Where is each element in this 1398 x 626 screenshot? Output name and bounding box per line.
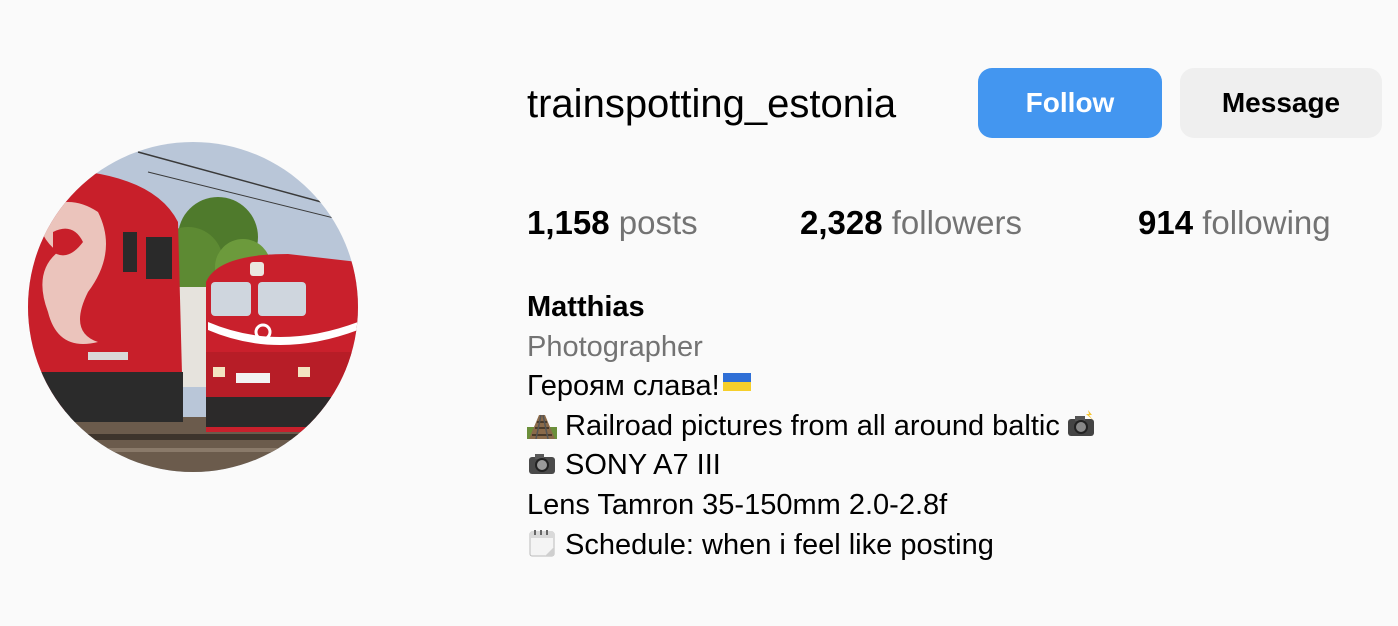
posts-count: 1,158 [527,204,610,241]
profile-stats: 1,158 posts 2,328 followers 914 followin… [527,200,1397,246]
camera-flash-icon [1067,409,1094,436]
following-label: following [1202,204,1331,241]
bio-line-1: Героям слава! [527,367,1387,407]
bio-line-2-text: Railroad pictures from all around baltic [565,409,1060,442]
bio-name: Matthias [527,291,645,323]
avatar-photo [28,142,358,472]
posts-label: posts [618,204,698,241]
message-button[interactable]: Message [1180,68,1382,138]
profile-avatar[interactable] [28,142,358,472]
bio-category: Photographer [527,330,703,363]
stat-posts[interactable]: 1,158 posts [527,200,698,246]
follow-button[interactable]: Follow [978,68,1162,138]
calendar-icon [529,529,555,557]
followers-label: followers [891,204,1022,241]
bio-line-3-text: SONY A7 III [565,449,721,482]
profile-username: trainspotting_estonia [527,82,897,126]
following-count: 914 [1138,204,1194,241]
bio-line-2: Railroad pictures from all around baltic [527,407,1387,447]
stat-followers[interactable]: 2,328 followers [800,200,1022,246]
ukraine-flag-icon [722,373,751,392]
bio-line-3: SONY A7 III [527,446,1387,486]
stat-following[interactable]: 914 following [1138,200,1331,246]
profile-bio: Matthias Photographer Героям слава! Rail… [527,288,1387,565]
railway-track-icon [527,414,557,439]
bio-line-4: Lens Tamron 35-150mm 2.0-2.8f [527,488,948,521]
profile-header: trainspotting_estonia Follow Message 1,1… [0,0,1398,626]
camera-icon [529,454,555,475]
followers-count: 2,328 [800,204,883,241]
bio-line-5-text: Schedule: when i feel like posting [565,528,994,561]
bio-line-1-text: Героям слава! [527,370,720,403]
bio-line-5: Schedule: when i feel like posting [527,526,1387,566]
